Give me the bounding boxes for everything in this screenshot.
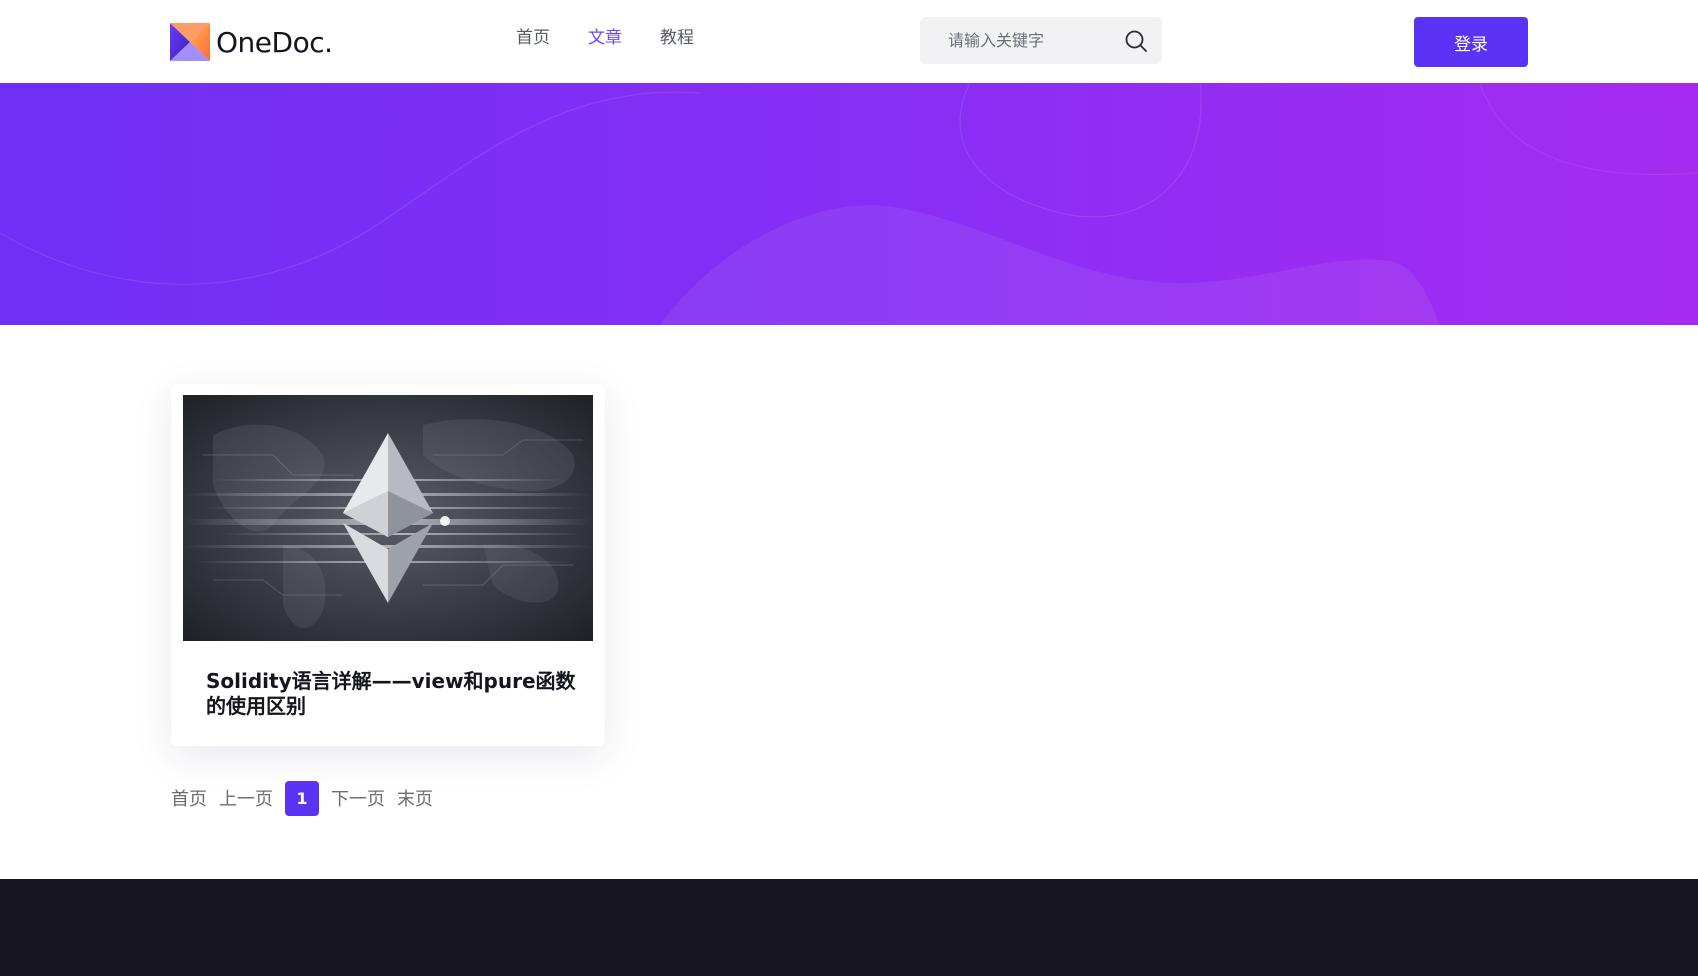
- page-footer: [0, 879, 1698, 976]
- search-input[interactable]: [920, 17, 1120, 64]
- nav-item-tutorials[interactable]: 教程: [660, 26, 694, 50]
- top-header: OneDoc. 首页 文章 教程 登录: [0, 0, 1698, 83]
- pagination-last[interactable]: 末页: [397, 785, 433, 811]
- nav-item-articles[interactable]: 文章: [588, 26, 622, 50]
- article-title[interactable]: Solidity语言详解——view和pure函数的使用区别: [206, 669, 576, 719]
- banner-wave-decoration: [0, 83, 1698, 325]
- login-button[interactable]: 登录: [1414, 17, 1528, 67]
- ethereum-logo-icon: [183, 395, 593, 641]
- onedoc-logo-icon: [170, 23, 210, 61]
- main-nav: 首页 文章 教程: [516, 26, 732, 50]
- pagination: 首页 上一页 1 下一页 末页: [171, 780, 445, 816]
- search-box: [920, 17, 1162, 64]
- pagination-prev[interactable]: 上一页: [219, 785, 273, 811]
- pagination-first[interactable]: 首页: [171, 785, 207, 811]
- search-icon[interactable]: [1124, 29, 1148, 53]
- article-card[interactable]: Solidity语言详解——view和pure函数的使用区别: [171, 384, 605, 746]
- logo-text: OneDoc.: [216, 25, 333, 59]
- pagination-next[interactable]: 下一页: [331, 785, 385, 811]
- hero-banner: [0, 83, 1698, 325]
- site-logo[interactable]: OneDoc.: [170, 23, 333, 61]
- pagination-current-page[interactable]: 1: [285, 780, 319, 816]
- article-thumbnail[interactable]: [183, 395, 593, 641]
- nav-item-home[interactable]: 首页: [516, 26, 550, 50]
